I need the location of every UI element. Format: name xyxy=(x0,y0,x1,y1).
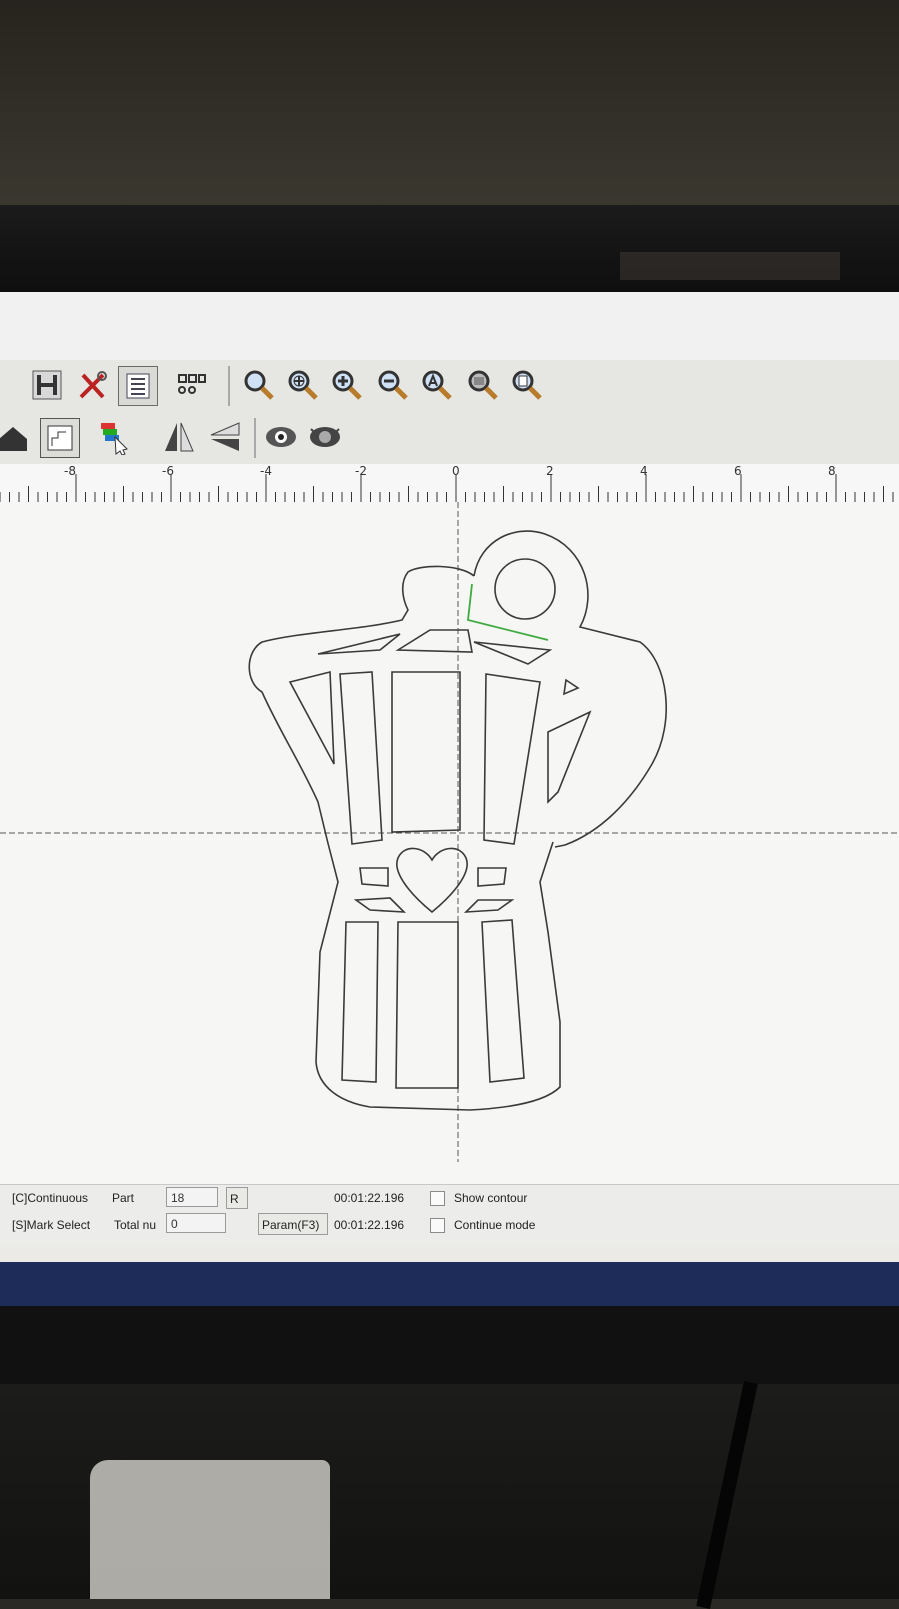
ruler-label: -4 xyxy=(260,464,272,478)
home-icon[interactable] xyxy=(0,418,32,456)
drawing-canvas[interactable] xyxy=(0,502,899,1184)
zoom-icon[interactable] xyxy=(240,366,278,404)
continue-mode-checkbox[interactable] xyxy=(430,1218,445,1233)
zoom-out-icon[interactable] xyxy=(374,366,412,404)
part-label: Part xyxy=(112,1191,135,1205)
part-field[interactable]: 18 xyxy=(166,1187,218,1207)
ruler-label: 4 xyxy=(640,464,648,478)
color-layer-icon[interactable] xyxy=(96,418,134,456)
list-settings-icon[interactable] xyxy=(118,366,158,406)
time-readout: 00:01:22.196 xyxy=(334,1191,405,1205)
total-field[interactable]: 0 xyxy=(166,1213,226,1233)
monitor-screen: -8 -6 -4 -2 0 2 4 6 8 [C]Continuous Part… xyxy=(0,292,899,1310)
total-label: Total nu xyxy=(114,1218,157,1232)
cutout-small-notch[interactable] xyxy=(563,678,580,696)
toolbar-row-1 xyxy=(0,360,899,413)
cutout-slat-lower[interactable] xyxy=(395,921,459,1089)
layer-graph-icon[interactable] xyxy=(40,418,80,458)
heart-cutout[interactable] xyxy=(396,847,468,914)
cutout-slat-lower[interactable] xyxy=(341,921,379,1083)
cutout-slat[interactable] xyxy=(391,671,461,833)
selected-path-segment[interactable] xyxy=(467,583,549,641)
cutout-wedge-left[interactable] xyxy=(317,633,401,655)
h-layout-icon[interactable] xyxy=(28,366,66,404)
ruler-label: -2 xyxy=(355,464,367,478)
ruler-label: -6 xyxy=(162,464,174,478)
continuous-label[interactable]: [C]Continuous xyxy=(12,1191,88,1205)
time-readout: 00:01:22.196 xyxy=(334,1218,405,1232)
ruler-label: 6 xyxy=(734,464,742,478)
moka-pot-drawing[interactable] xyxy=(0,502,899,1184)
cutout-slat-lower[interactable] xyxy=(481,919,525,1083)
zoom-auto-icon[interactable] xyxy=(418,366,456,404)
bezel-reflection xyxy=(620,252,840,280)
param-button[interactable]: Param(F3) xyxy=(258,1213,328,1235)
status-panel: [C]Continuous Part 18 R 00:01:22.196 Sho… xyxy=(0,1184,899,1245)
horizontal-ruler: -8 -6 -4 -2 0 2 4 6 8 xyxy=(0,464,899,503)
title-strip xyxy=(0,292,899,361)
zoom-all-icon[interactable] xyxy=(284,366,322,404)
cutout-band-right[interactable] xyxy=(477,867,507,887)
taskbar[interactable] xyxy=(0,1262,899,1308)
cutout-band-right-lower[interactable] xyxy=(463,899,515,913)
ruler-ticks xyxy=(0,474,894,502)
cutout-handle-slot[interactable] xyxy=(547,710,592,804)
cutout-band-left[interactable] xyxy=(359,867,389,887)
monitor-bezel-top xyxy=(0,205,899,295)
cutout-band-left-lower[interactable] xyxy=(353,897,407,913)
mark-select-label[interactable]: [S]Mark Select xyxy=(12,1218,90,1232)
view-icon[interactable] xyxy=(262,418,300,456)
zoom-in-icon[interactable] xyxy=(328,366,366,404)
ruler-label: 2 xyxy=(546,464,554,478)
r-button[interactable]: R xyxy=(226,1187,248,1209)
show-contour-label: Show contour xyxy=(454,1191,528,1205)
mirror-horizontal-icon[interactable] xyxy=(160,418,198,456)
array-icon[interactable] xyxy=(172,366,210,404)
outer-handle-path[interactable] xyxy=(473,530,668,848)
pot-body-outline[interactable] xyxy=(248,565,561,1111)
toolbar-row-2 xyxy=(0,412,899,465)
tools-icon[interactable] xyxy=(74,366,112,404)
mirror-vertical-icon[interactable] xyxy=(206,418,244,456)
cutout-slat[interactable] xyxy=(288,670,335,765)
monitor-bezel-bottom xyxy=(0,1306,899,1386)
background-wall xyxy=(0,0,899,210)
view-all-icon[interactable] xyxy=(306,418,344,456)
zoom-select-icon[interactable] xyxy=(464,366,502,404)
ring-hole[interactable] xyxy=(494,558,556,620)
zoom-page-icon[interactable] xyxy=(508,366,546,404)
show-contour-checkbox[interactable] xyxy=(430,1191,445,1206)
cutout-slat[interactable] xyxy=(483,673,541,845)
cutout-lid-top[interactable] xyxy=(395,629,473,653)
toolbar-separator xyxy=(228,366,230,406)
continue-mode-label: Continue mode xyxy=(454,1218,536,1232)
toolbar-separator xyxy=(254,418,256,458)
cloth xyxy=(90,1460,330,1599)
ruler-label: 8 xyxy=(828,464,836,478)
ruler-label: -8 xyxy=(64,464,76,478)
cutout-slat[interactable] xyxy=(339,671,383,845)
cutout-wedge-right[interactable] xyxy=(473,641,553,665)
ruler-label: 0 xyxy=(452,464,460,478)
